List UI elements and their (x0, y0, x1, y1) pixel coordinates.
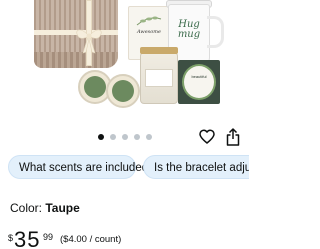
tin (106, 74, 140, 108)
variant-row: Color: Taupe (10, 201, 80, 215)
pager-dot[interactable] (145, 134, 152, 140)
mug-text: Hug mug (177, 19, 201, 40)
pager-dot[interactable] (97, 134, 104, 140)
plaque: beautiful (178, 60, 220, 104)
price-currency: $ (8, 233, 14, 243)
product-page: Awesome Hug mug beautiful What scents ar… (0, 0, 249, 249)
price-fraction: 99 (43, 232, 54, 242)
unit-price: ($4.00 / count) (60, 234, 122, 245)
suggestion-chip[interactable]: What scents are included? (8, 155, 155, 179)
product-image[interactable]: Awesome Hug mug beautiful (0, 0, 249, 122)
heart-icon[interactable] (199, 129, 215, 145)
mug-handle (207, 16, 224, 48)
share-icon[interactable] (226, 128, 240, 146)
pager-dot[interactable] (121, 134, 128, 140)
suggestion-chip[interactable]: Is the bracelet adjustable? (143, 155, 249, 179)
variant-value: Taupe (45, 201, 80, 215)
plaque-text: beautiful (191, 74, 207, 79)
price-whole: 35 (14, 227, 41, 249)
pager-dot[interactable] (109, 134, 116, 140)
bow-icon (74, 26, 104, 54)
card-text: Awesome (137, 29, 161, 35)
variant-label: Color: (10, 201, 43, 215)
leaf-icon (136, 16, 162, 26)
pager-dot[interactable] (133, 134, 140, 140)
suggestion-chips: What scents are included? Is the bracele… (0, 155, 249, 181)
jar (140, 47, 178, 104)
